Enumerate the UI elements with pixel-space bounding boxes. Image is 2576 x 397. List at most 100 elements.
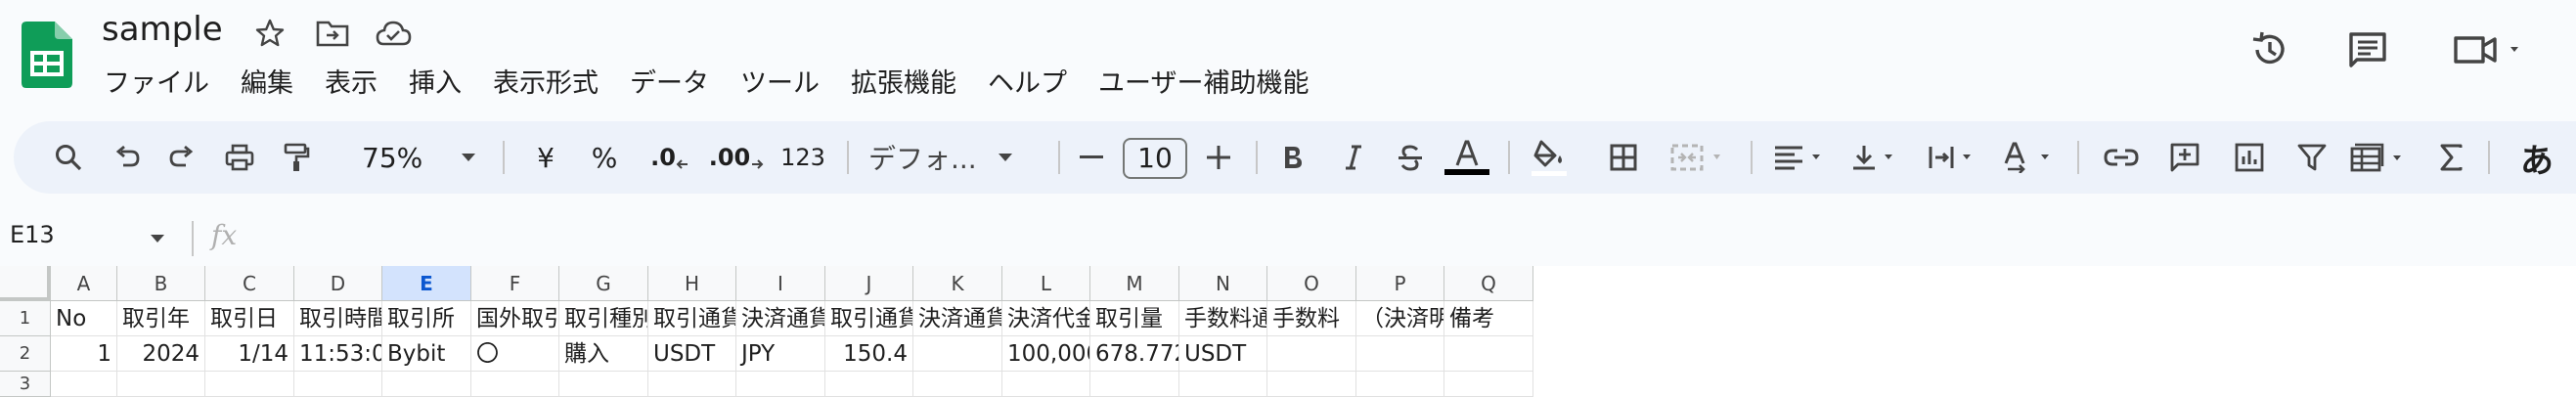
cell-q3[interactable]	[1444, 372, 1533, 397]
paint-format-icon[interactable]	[272, 121, 321, 194]
column-header-l[interactable]: L	[1002, 266, 1090, 301]
menu-view[interactable]: 表示	[309, 65, 393, 104]
merge-cells-icon[interactable]	[1665, 121, 1735, 194]
cell-f2[interactable]: 〇	[471, 336, 559, 372]
decrease-font-size-button[interactable]	[1070, 121, 1113, 194]
cell-c3[interactable]	[205, 372, 294, 397]
move-folder-icon[interactable]	[313, 14, 352, 53]
column-header-h[interactable]: H	[648, 266, 736, 301]
percent-format-button[interactable]: %	[585, 121, 624, 194]
cell-g2[interactable]: 購入	[559, 336, 648, 372]
functions-icon[interactable]	[2429, 121, 2472, 194]
cell-a1[interactable]: No	[51, 301, 117, 336]
input-tools-button[interactable]: あ	[2508, 121, 2566, 194]
column-header-q[interactable]: Q	[1444, 266, 1533, 301]
cell-j1[interactable]: 取引通貨対JP	[825, 301, 913, 336]
search-icon[interactable]	[47, 121, 90, 194]
fill-color-icon[interactable]	[1526, 121, 1573, 194]
cell-q1[interactable]: 備考	[1444, 301, 1533, 336]
menu-data[interactable]: データ	[614, 65, 725, 104]
increase-font-size-button[interactable]	[1197, 121, 1240, 194]
cell-o1[interactable]: 手数料	[1267, 301, 1356, 336]
column-header-e[interactable]: E	[382, 266, 471, 301]
zoom-select[interactable]: 75%	[362, 121, 476, 194]
cell-g1[interactable]: 取引種別	[559, 301, 648, 336]
cell-e1[interactable]: 取引所	[382, 301, 471, 336]
row-header-1[interactable]: 1	[0, 301, 51, 336]
column-header-i[interactable]: I	[736, 266, 825, 301]
font-select[interactable]: デフォ...	[868, 121, 1012, 194]
comments-icon[interactable]	[2343, 25, 2392, 74]
italic-icon[interactable]	[1332, 121, 1375, 194]
column-header-c[interactable]: C	[205, 266, 294, 301]
column-header-p[interactable]: P	[1356, 266, 1444, 301]
meet-call-icon[interactable]	[2445, 25, 2533, 74]
cell-l2[interactable]: 100,000	[1002, 336, 1090, 372]
menu-extensions[interactable]: 拡張機能	[835, 65, 972, 104]
cell-b3[interactable]	[117, 372, 205, 397]
cell-p1[interactable]: （決済明細時	[1356, 301, 1444, 336]
version-history-icon[interactable]	[2245, 25, 2294, 74]
menu-help[interactable]: ヘルプ	[972, 65, 1083, 104]
cell-h3[interactable]	[648, 372, 736, 397]
filter-views-icon[interactable]	[2345, 121, 2416, 194]
cell-b2[interactable]: 2024	[117, 336, 205, 372]
decrease-decimal-button[interactable]: .0	[645, 121, 694, 194]
cell-i2[interactable]: JPY	[736, 336, 825, 372]
cell-n3[interactable]	[1179, 372, 1267, 397]
text-color-icon[interactable]	[1440, 121, 1494, 194]
cell-f3[interactable]	[471, 372, 559, 397]
column-header-o[interactable]: O	[1267, 266, 1356, 301]
cell-i3[interactable]	[736, 372, 825, 397]
filter-icon[interactable]	[2288, 121, 2335, 194]
sheets-logo-icon[interactable]	[22, 22, 72, 88]
redo-icon[interactable]	[160, 121, 203, 194]
cell-c1[interactable]: 取引日	[205, 301, 294, 336]
cell-m1[interactable]: 取引量	[1090, 301, 1179, 336]
cell-m2[interactable]: 678.7724	[1090, 336, 1179, 372]
cell-n1[interactable]: 手数料通貨	[1179, 301, 1267, 336]
cell-h2[interactable]: USDT	[648, 336, 736, 372]
cell-q2[interactable]	[1444, 336, 1533, 372]
name-box[interactable]: E13	[10, 221, 55, 248]
cell-c2[interactable]: 1/14	[205, 336, 294, 372]
undo-icon[interactable]	[106, 121, 149, 194]
cell-j3[interactable]	[825, 372, 913, 397]
bold-icon[interactable]	[1271, 121, 1314, 194]
menu-tools[interactable]: ツール	[725, 65, 835, 104]
cell-j2[interactable]: 150.4	[825, 336, 913, 372]
align-left-icon[interactable]	[1768, 121, 1833, 194]
column-header-n[interactable]: N	[1179, 266, 1267, 301]
cell-a3[interactable]	[51, 372, 117, 397]
borders-icon[interactable]	[1602, 121, 1645, 194]
cloud-saved-icon[interactable]	[374, 14, 413, 53]
star-icon[interactable]	[250, 14, 289, 53]
cell-n2[interactable]: USDT	[1179, 336, 1267, 372]
cell-k3[interactable]	[913, 372, 1002, 397]
cell-d2[interactable]: 11:53:05	[294, 336, 382, 372]
menu-accessibility[interactable]: ユーザー補助機能	[1083, 65, 1324, 104]
cell-g3[interactable]	[559, 372, 648, 397]
font-size-input[interactable]: 10	[1123, 138, 1187, 179]
cell-p2[interactable]	[1356, 336, 1444, 372]
chart-icon[interactable]	[2226, 121, 2273, 194]
document-title[interactable]: sample	[102, 10, 223, 49]
strikethrough-icon[interactable]	[1389, 121, 1432, 194]
chevron-down-icon[interactable]	[151, 235, 164, 243]
number-format-button[interactable]: 123	[778, 121, 827, 194]
text-wrap-icon[interactable]	[1923, 121, 1987, 194]
column-header-g[interactable]: G	[559, 266, 648, 301]
cell-k1[interactable]: 決済通貨対JP	[913, 301, 1002, 336]
cell-i1[interactable]: 決済通貨	[736, 301, 825, 336]
column-header-b[interactable]: B	[117, 266, 205, 301]
cell-o3[interactable]	[1267, 372, 1356, 397]
menu-insert[interactable]: 挿入	[393, 65, 477, 104]
comment-icon[interactable]	[2161, 121, 2208, 194]
cell-d3[interactable]	[294, 372, 382, 397]
select-all-corner[interactable]	[0, 266, 51, 301]
valign-bottom-icon[interactable]	[1846, 121, 1911, 194]
cell-k2[interactable]	[913, 336, 1002, 372]
menu-file[interactable]: ファイル	[102, 65, 225, 104]
print-icon[interactable]	[215, 121, 264, 194]
cell-p3[interactable]	[1356, 372, 1444, 397]
